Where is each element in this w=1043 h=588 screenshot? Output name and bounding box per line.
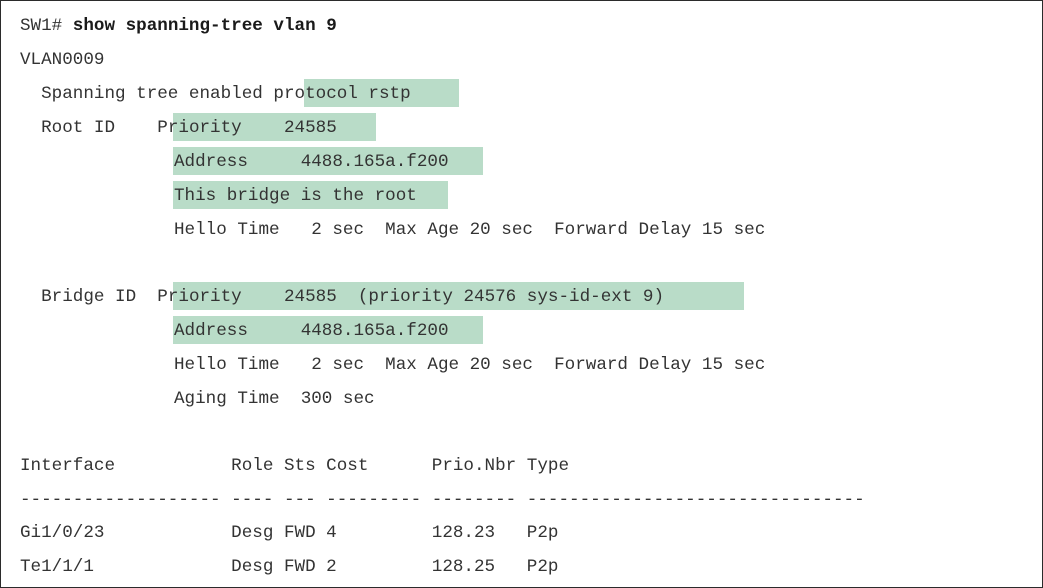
bridge-id-line: Bridge ID Priority 24585 (priority 24576… — [20, 284, 664, 310]
stp-enabled-line: Spanning tree enabled protocol rstp — [20, 81, 411, 107]
bridge-address: Address 4488.165a.f200 — [174, 321, 449, 341]
interface-table-separator: ------------------- ---- --- --------- -… — [20, 490, 865, 510]
table-row: Gi1/0/23 Desg FWD 4 128.23 P2p — [20, 523, 559, 543]
root-priority: Priority 24585 — [157, 118, 337, 138]
root-hello-time: Hello Time 2 sec Max Age 20 sec Forward … — [174, 220, 766, 240]
stp-enabled-text: Spanning tree enabled — [20, 84, 274, 104]
cli-prompt: SW1# — [20, 16, 73, 36]
cli-command: show spanning-tree vlan 9 — [72, 16, 337, 36]
root-id-label: Root ID — [20, 118, 158, 138]
root-this-bridge: This bridge is the root — [174, 186, 417, 206]
command-line: SW1# show spanning-tree vlan 9 — [20, 13, 337, 39]
root-address: Address 4488.165a.f200 — [174, 152, 449, 172]
bridge-id-label: Bridge ID — [20, 287, 158, 307]
bridge-priority: Priority 24585 (priority 24576 sys-id-ex… — [157, 287, 665, 307]
stp-protocol: protocol rstp — [273, 84, 411, 104]
vlan-name: VLAN0009 — [20, 50, 105, 70]
bridge-hello-time: Hello Time 2 sec Max Age 20 sec Forward … — [174, 355, 766, 375]
table-row: Te1/1/1 Desg FWD 2 128.25 P2p — [20, 557, 559, 577]
interface-table-header: Interface Role Sts Cost Prio.Nbr Type — [20, 456, 570, 476]
root-id-line: Root ID Priority 24585 — [20, 115, 337, 141]
terminal-output-frame: SW1# show spanning-tree vlan 9 VLAN0009 … — [0, 0, 1043, 588]
bridge-aging-time: Aging Time 300 sec — [174, 389, 375, 409]
